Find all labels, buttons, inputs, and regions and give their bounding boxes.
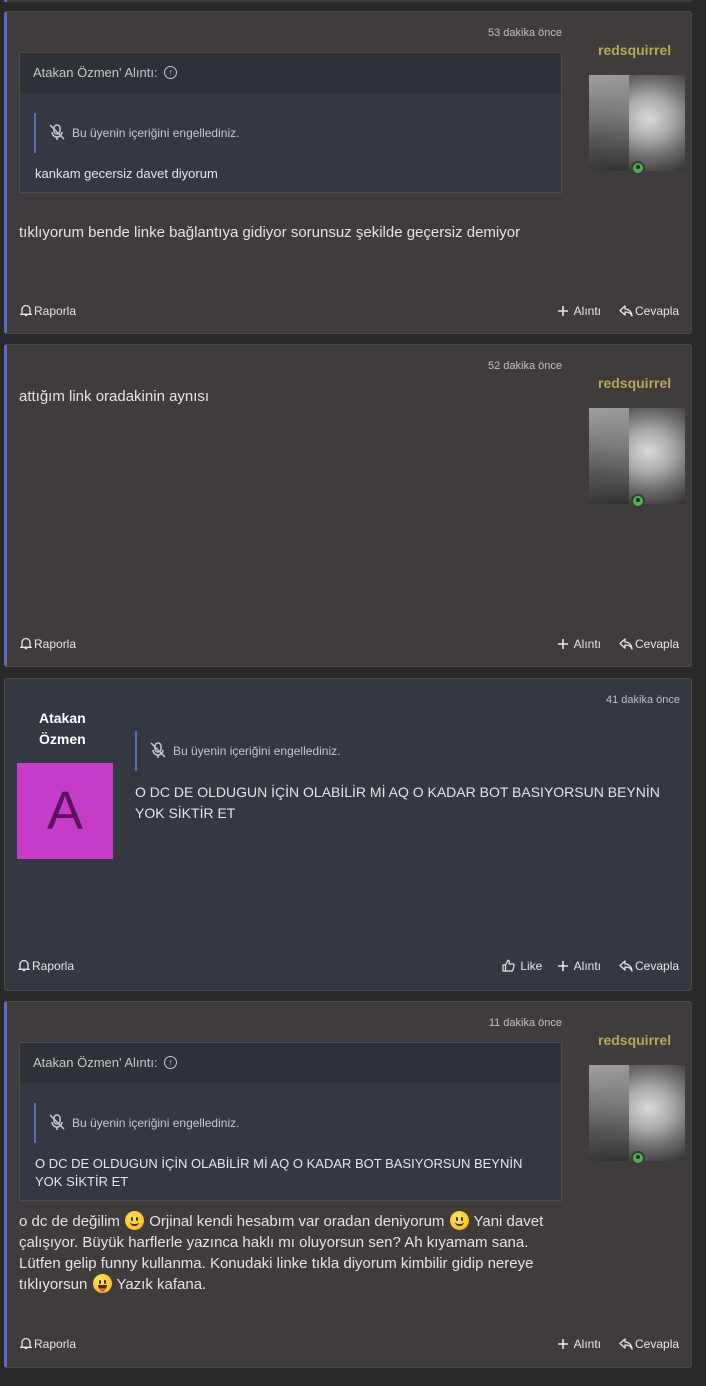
post-author[interactable]: redsquirrel — [598, 42, 671, 58]
quote-header[interactable]: Atakan Özmen' Alıntı: ↑ — [20, 53, 561, 93]
reply-icon — [619, 1338, 633, 1350]
reply-icon — [619, 305, 633, 317]
quote-button[interactable]: Alıntı — [557, 959, 601, 973]
tongue-emoji — [92, 1273, 112, 1293]
quote-button[interactable]: Alıntı — [557, 637, 601, 651]
microphone-off-icon — [49, 1114, 65, 1130]
report-button[interactable]: Raporla — [19, 304, 77, 318]
post-timestamp[interactable]: 11 dakika önce — [489, 1017, 562, 1029]
blocked-notice: Bu üyenin içeriğini engellediniz. — [34, 1103, 239, 1143]
plus-icon — [558, 305, 568, 316]
arrow-up-circle-icon[interactable]: ↑ — [164, 1056, 178, 1070]
post-timestamp[interactable]: 53 dakika önce — [488, 27, 562, 39]
quote-label: Alıntı — [573, 959, 602, 973]
quote-author: Atakan Özmen' Alıntı: — [33, 1055, 158, 1070]
blocked-text: Bu üyenin içeriğini engellediniz. — [72, 126, 240, 140]
reply-button[interactable]: Cevapla — [619, 1337, 679, 1351]
bell-icon — [17, 960, 31, 972]
post-body: attığım link oradakinin aynısı — [19, 388, 210, 405]
avatar[interactable] — [589, 75, 685, 175]
author-last-name: Özmen — [39, 731, 86, 747]
plus-icon — [558, 960, 568, 971]
quote-label: Alıntı — [573, 1337, 602, 1351]
post-author[interactable]: Atakan Özmen — [39, 708, 86, 750]
blocked-notice: Bu üyenin içeriğini engellediniz. — [34, 113, 239, 153]
post-body: O DC DE OLDUGUN İÇİN OLABİLİR Mİ AQ O KA… — [135, 784, 660, 821]
quote-text: kankam gecersiz davet diyorum — [35, 166, 218, 181]
quote-header[interactable]: Atakan Özmen' Alıntı: ↑ — [20, 1043, 561, 1083]
post-3: 41 dakika önce Atakan Özmen A Bu üyenin … — [4, 678, 692, 991]
post-author[interactable]: redsquirrel — [598, 375, 671, 391]
reply-label: Cevapla — [635, 637, 680, 651]
post-body: o dc de değilim Orjinal kendi hesabım va… — [19, 1210, 569, 1295]
report-label: Raporla — [34, 637, 77, 651]
post-2: 52 dakika önce redsquirrel attığım link … — [4, 344, 692, 667]
post-4: 11 dakika önce redsquirrel Atakan Özmen'… — [4, 1001, 692, 1368]
report-button[interactable]: Raporla — [19, 1337, 77, 1351]
like-label: Like — [520, 959, 543, 973]
reply-icon — [619, 960, 633, 972]
quote-text: O DC DE OLDUGUN İÇİN OLABİLİR Mİ AQ O KA… — [35, 1156, 523, 1189]
reply-label: Cevapla — [635, 1337, 680, 1351]
online-status-icon — [631, 494, 645, 508]
smile-emoji — [125, 1210, 145, 1230]
quote-block: Atakan Özmen' Alıntı: ↑ Bu üyenin içeriğ… — [19, 1042, 562, 1201]
body-segment: Orjinal kendi hesabım var oradan deniyor… — [149, 1213, 445, 1230]
blocked-text: Bu üyenin içeriğini engellediniz. — [72, 1116, 240, 1130]
thumbs-up-icon — [502, 959, 515, 972]
reply-label: Cevapla — [635, 304, 680, 318]
letter-avatar[interactable]: A — [17, 763, 113, 859]
report-label: Raporla — [34, 1337, 77, 1351]
plus-icon — [558, 638, 568, 649]
quote-label: Alıntı — [573, 304, 602, 318]
report-button[interactable]: Raporla — [17, 959, 75, 973]
blocked-text: Bu üyenin içeriğini engellediniz. — [173, 744, 341, 758]
bell-icon — [19, 638, 33, 650]
avatar-hair — [589, 408, 629, 504]
avatar[interactable] — [589, 1065, 685, 1165]
post-timestamp[interactable]: 52 dakika önce — [488, 360, 562, 372]
quote-button[interactable]: Alıntı — [557, 304, 601, 318]
previous-post-edge — [4, 0, 692, 2]
online-status-icon — [631, 161, 645, 175]
bell-icon — [19, 305, 33, 317]
plus-icon — [558, 1338, 568, 1349]
body-segment: o dc de değilim — [19, 1213, 120, 1230]
report-button[interactable]: Raporla — [19, 637, 77, 651]
bell-icon — [19, 1338, 33, 1350]
blocked-notice: Bu üyenin içeriğini engellediniz. — [135, 731, 340, 771]
author-first-name: Atakan — [39, 710, 86, 726]
microphone-off-icon — [49, 124, 65, 140]
online-status-icon — [631, 1151, 645, 1165]
reply-button[interactable]: Cevapla — [619, 959, 679, 973]
quote-label: Alıntı — [573, 637, 602, 651]
quote-author: Atakan Özmen' Alıntı: — [33, 65, 158, 80]
quote-block: Atakan Özmen' Alıntı: ↑ Bu üyenin içeriğ… — [19, 52, 562, 193]
post-timestamp[interactable]: 41 dakika önce — [606, 694, 680, 706]
report-label: Raporla — [34, 304, 77, 318]
post-body: tıklıyorum bende linke bağlantıya gidiyo… — [19, 224, 521, 241]
reply-button[interactable]: Cevapla — [619, 637, 679, 651]
reply-button[interactable]: Cevapla — [619, 304, 679, 318]
like-button[interactable]: Like — [502, 959, 542, 973]
avatar-hair — [589, 1065, 629, 1161]
avatar[interactable] — [589, 408, 685, 508]
smile-emoji — [449, 1210, 469, 1230]
post-1: 53 dakika önce redsquirrel Atakan Özmen'… — [4, 11, 692, 334]
quote-button[interactable]: Alıntı — [557, 1337, 601, 1351]
arrow-up-circle-icon[interactable]: ↑ — [164, 66, 178, 80]
report-label: Raporla — [32, 959, 75, 973]
body-segment: Yazık kafana. — [116, 1276, 207, 1293]
microphone-off-icon — [150, 742, 166, 758]
post-author[interactable]: redsquirrel — [598, 1032, 671, 1048]
avatar-hair — [589, 75, 629, 171]
reply-icon — [619, 638, 633, 650]
reply-label: Cevapla — [635, 959, 680, 973]
